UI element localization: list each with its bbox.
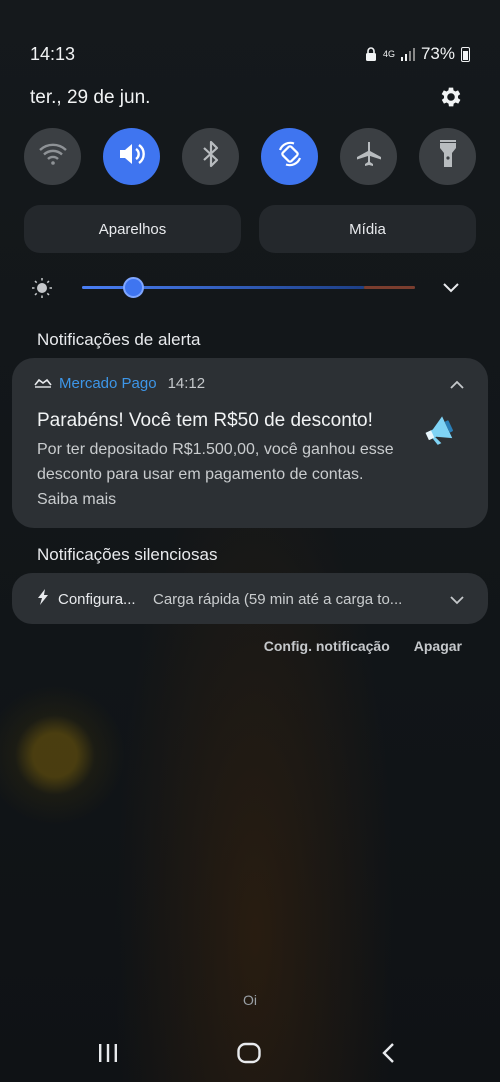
silent-notification-text: Carga rápida (59 min até a carga to... [153, 590, 403, 608]
airplane-icon [354, 139, 384, 174]
battery-percent: 73% [420, 44, 455, 63]
silent-notification-row: Configura... Carga rápida (59 min até a … [37, 589, 423, 609]
navigation-bar [0, 1035, 500, 1075]
notification-header: Mercado Pago 14:12 [34, 375, 205, 392]
airplane-mode-toggle[interactable] [340, 128, 397, 185]
status-bar: 14:13 4G 73% [0, 0, 500, 100]
home-icon[interactable] [236, 1041, 262, 1070]
sound-toggle[interactable] [103, 128, 160, 185]
media-device-buttons: Aparelhos Mídia [24, 205, 476, 253]
chevron-up-icon[interactable] [450, 376, 464, 394]
status-time: 14:13 [30, 44, 76, 64]
notification-body: Por ter depositado R$1.500,00, você ganh… [37, 441, 394, 508]
wifi-toggle[interactable] [24, 128, 81, 185]
gear-icon[interactable] [438, 84, 464, 110]
lightning-icon [37, 589, 49, 609]
status-icons: 4G 73% [365, 44, 470, 64]
chevron-down-icon[interactable] [442, 280, 460, 298]
chevron-down-icon[interactable] [450, 592, 464, 610]
clear-button[interactable]: Apagar [414, 638, 462, 654]
alert-section-title: Notificações de alerta [37, 330, 201, 349]
signal-icon [400, 47, 415, 61]
notification-actions: Config. notificação Apagar [264, 638, 462, 654]
devices-button[interactable]: Aparelhos [24, 205, 241, 253]
silent-app-name: Configura... [58, 590, 136, 608]
brightness-icon [32, 278, 52, 303]
brightness-row [30, 272, 470, 302]
back-icon[interactable] [380, 1041, 398, 1070]
alert-notification-card[interactable]: Mercado Pago 14:12 Parabéns! Você tem R$… [12, 358, 488, 528]
date-label: ter., 29 de jun. [30, 87, 151, 108]
megaphone-icon [422, 416, 456, 451]
media-button[interactable]: Mídia [259, 205, 476, 253]
quick-settings [24, 128, 476, 185]
silent-notification-card[interactable]: Configura... Carga rápida (59 min até a … [12, 573, 488, 624]
battery-icon [461, 46, 470, 62]
brightness-slider-thumb[interactable] [123, 277, 144, 298]
recent-apps-icon[interactable] [97, 1041, 119, 1070]
auto-rotate-toggle[interactable] [261, 128, 318, 185]
handshake-icon [34, 375, 52, 392]
network-type: 4G [382, 48, 395, 59]
bluetooth-icon [200, 140, 222, 173]
silent-section-title: Notificações silenciosas [37, 545, 218, 564]
bluetooth-toggle[interactable] [182, 128, 239, 185]
brightness-track-end [364, 286, 415, 289]
notification-settings-button[interactable]: Config. notificação [264, 638, 390, 654]
volume-icon [117, 141, 147, 172]
notification-time: 14:12 [167, 375, 206, 392]
wifi-icon [38, 142, 68, 171]
flashlight-toggle[interactable] [419, 128, 476, 185]
notification-title: Parabéns! Você tem R$50 de desconto! [37, 410, 373, 431]
notification-app-name: Mercado Pago [59, 375, 157, 392]
lock-icon [365, 46, 377, 62]
background-text: Oi [243, 992, 257, 1008]
flashlight-icon [436, 139, 460, 174]
rotate-icon [275, 139, 305, 174]
